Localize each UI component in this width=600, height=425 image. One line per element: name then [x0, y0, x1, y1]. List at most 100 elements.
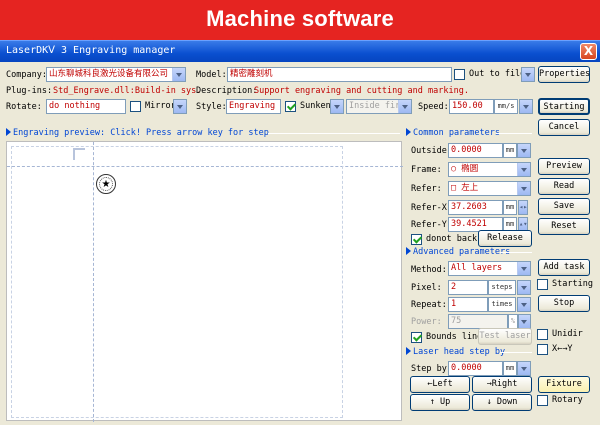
divider [500, 352, 532, 353]
move-up-button[interactable]: ↑ Up [410, 394, 470, 411]
chevron-down-icon [522, 68, 534, 81]
star-icon: ★ [99, 177, 113, 191]
out-to-file-dropdown[interactable] [521, 67, 535, 82]
donot-back-checkbox[interactable]: donot back [411, 233, 477, 246]
triangle-right-icon [406, 247, 411, 255]
mirror-label: Mirror [145, 101, 176, 111]
pixel-dropdown[interactable] [517, 280, 531, 295]
divider [496, 133, 532, 134]
cancel-button[interactable]: Cancel [538, 119, 590, 136]
repeat-label: Repeat: [411, 300, 447, 310]
add-task-button[interactable]: Add task [538, 259, 590, 276]
refer-label: Refer: [411, 184, 442, 194]
work-area-outline [11, 146, 343, 418]
sunken-dropdown[interactable] [330, 99, 344, 114]
reset-button[interactable]: Reset [538, 218, 590, 235]
sunken-checkbox[interactable]: Sunken [285, 100, 331, 113]
engraving-preview-canvas[interactable]: ★ [6, 141, 403, 422]
refer-select[interactable]: □ 左上 [448, 181, 531, 196]
step-by-dropdown[interactable] [517, 361, 531, 376]
divider [268, 133, 400, 134]
checkbox-box [537, 395, 548, 406]
rotary-label: Rotary [552, 395, 583, 405]
preview-header-text: Engraving preview: Click! Press arrow ke… [13, 128, 269, 138]
method-label: Method: [411, 265, 447, 275]
preview-button[interactable]: Preview [538, 158, 590, 175]
pixel-field[interactable]: 2 [448, 280, 488, 295]
checkbox-box [411, 234, 422, 245]
model-field[interactable]: 精密雕刻机 [227, 67, 452, 82]
properties-button[interactable]: Properties [538, 66, 590, 83]
test-laser-button[interactable]: Test laser [478, 328, 532, 345]
repeat-unit: times [488, 297, 516, 312]
divider [500, 252, 532, 253]
refer-x-field[interactable]: 37.2603 [448, 200, 503, 215]
bounds-line-label: Bounds line [426, 332, 483, 342]
promo-banner: Machine software [0, 0, 600, 40]
power-dropdown[interactable] [518, 314, 531, 329]
chevron-down-icon [518, 362, 530, 375]
chevron-down-icon [518, 281, 530, 294]
outside-field[interactable]: 0.0000 [448, 143, 503, 158]
move-left-button[interactable]: ←Left [410, 376, 470, 393]
style-field[interactable]: Engraving [226, 99, 281, 114]
xy-swap-checkbox[interactable]: X←→Y [537, 343, 572, 356]
frame-select[interactable]: ○ 椭圆 [448, 162, 531, 177]
move-right-button[interactable]: →Right [472, 376, 532, 393]
outside-dropdown[interactable] [517, 143, 531, 158]
out-to-file-checkbox[interactable]: Out to file [454, 68, 525, 81]
checkbox-box [130, 101, 141, 112]
method-value: All layers [451, 263, 503, 273]
refer-value: □ 左上 [451, 183, 479, 193]
chevron-down-icon [518, 144, 530, 157]
checkbox-box [454, 69, 465, 80]
step-by-label: Step by: [411, 364, 452, 374]
bounds-line-checkbox[interactable]: Bounds line [411, 331, 482, 344]
refer-x-unit: mm [503, 200, 517, 215]
stop-button[interactable]: Stop [538, 295, 590, 312]
chevron-down-icon [518, 298, 530, 311]
outside-label: Outside: [411, 146, 452, 156]
starting-button[interactable]: Starting [538, 98, 590, 115]
power-field[interactable]: 75 [448, 314, 508, 329]
read-button[interactable]: Read [538, 178, 590, 195]
triangle-right-icon [406, 347, 411, 355]
triangle-right-icon [6, 128, 11, 136]
starting-checkbox[interactable]: Starting [537, 278, 593, 291]
description-value: Support engraving and cutting and markin… [254, 86, 469, 96]
mirror-checkbox[interactable]: Mirror [130, 100, 176, 113]
repeat-field[interactable]: 1 [448, 297, 488, 312]
inside-first-select[interactable]: Inside first [346, 99, 412, 114]
donot-back-label: donot back [426, 234, 478, 244]
save-button[interactable]: Save [538, 198, 590, 215]
method-select[interactable]: All layers [448, 261, 531, 276]
refer-x-label: Refer-X: [411, 203, 452, 213]
chevron-down-icon [331, 100, 343, 113]
checkbox-box [285, 101, 296, 112]
style-label: Style: [196, 102, 227, 112]
mirror-dropdown[interactable] [173, 99, 187, 114]
refer-x-spinner[interactable]: ◂▸ [518, 200, 528, 215]
speed-field[interactable]: 150.00 [449, 99, 494, 114]
rotate-label: Rotate: [6, 102, 42, 112]
origin-corner-marker [73, 148, 85, 160]
rotary-checkbox[interactable]: Rotary [537, 394, 583, 407]
company-select[interactable]: 山东聊城科良激光设备有限公司 [46, 67, 186, 82]
preview-header: Engraving preview: Click! Press arrow ke… [6, 128, 269, 139]
release-button[interactable]: Release [478, 230, 532, 247]
fixture-button[interactable]: Fixture [538, 376, 590, 393]
step-by-field[interactable]: 0.0000 [448, 361, 503, 376]
chevron-down-icon [520, 100, 532, 113]
speed-label: Speed: [418, 102, 449, 112]
rotate-field[interactable]: do nothing [46, 99, 126, 114]
speed-dropdown[interactable] [519, 99, 533, 114]
unidir-label: Unidir [552, 329, 583, 339]
laser-head-header: Laser head step by [406, 347, 505, 358]
close-button[interactable]: X [580, 43, 597, 60]
move-down-button[interactable]: ↓ Down [472, 394, 532, 411]
laser-head-header-text: Laser head step by [413, 347, 506, 357]
triangle-right-icon [406, 128, 411, 136]
repeat-dropdown[interactable] [517, 297, 531, 312]
unidir-checkbox[interactable]: Unidir [537, 328, 583, 341]
advanced-parameters-header: Advanced parameters [406, 247, 510, 258]
